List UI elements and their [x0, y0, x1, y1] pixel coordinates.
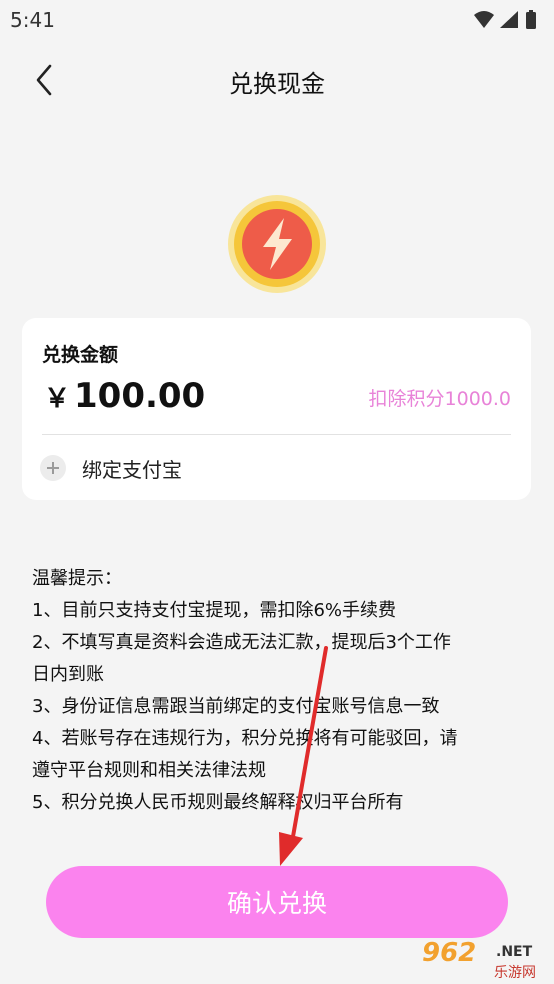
page-title: 兑换现金	[229, 70, 325, 98]
tips-section: 温馨提示： 1、目前只支持支付宝提现，需扣除6%手续费 2、不填写真是资料会造成…	[32, 563, 532, 819]
watermark-sub: 乐游网	[494, 965, 536, 981]
status-icons	[474, 10, 536, 29]
nav-bar: 兑换现金	[0, 48, 554, 112]
amount-number: 100.00	[74, 376, 206, 416]
wifi-icon	[474, 11, 494, 28]
tip-line: 4、若账号存在违规行为，积分兑换将有可能驳回，请	[32, 728, 458, 749]
tips-title: 温馨提示：	[32, 568, 122, 589]
lightning-coin-icon	[228, 195, 326, 293]
confirm-exchange-button[interactable]: 确认兑换	[46, 866, 508, 938]
battery-icon	[526, 10, 536, 29]
status-time: 5:41	[10, 8, 55, 32]
watermark-logo: 962 .NET 乐游网	[414, 934, 554, 984]
status-bar: 5:41	[0, 0, 554, 40]
divider	[42, 434, 511, 435]
bind-alipay-button[interactable]: 绑定支付宝	[40, 450, 340, 486]
amount-value: ￥ 100.00	[44, 376, 205, 416]
amount-label: 兑换金额	[42, 344, 119, 366]
bind-alipay-label: 绑定支付宝	[82, 458, 182, 482]
tip-line: 日内到账	[32, 664, 104, 685]
tip-line: 1、目前只支持支付宝提现，需扣除6%手续费	[32, 600, 397, 621]
tip-line: 遵守平台规则和相关法律法规	[32, 760, 266, 781]
tip-line: 2、不填写真是资料会造成无法汇款，提现后3个工作	[32, 632, 451, 653]
watermark-text: 962	[422, 938, 477, 968]
points-deduct-text: 扣除积分1000.0	[368, 388, 511, 410]
watermark-suffix: .NET	[496, 944, 533, 960]
tip-line: 5、积分兑换人民币规则最终解释权归平台所有	[32, 792, 404, 813]
tip-line: 3、身份证信息需跟当前绑定的支付宝账号信息一致	[32, 696, 440, 717]
exchange-card: 兑换金额 ￥ 100.00 扣除积分1000.0 绑定支付宝	[22, 318, 531, 500]
currency-symbol: ￥	[44, 384, 71, 414]
plus-circle-icon	[40, 455, 66, 481]
signal-icon	[500, 11, 518, 28]
